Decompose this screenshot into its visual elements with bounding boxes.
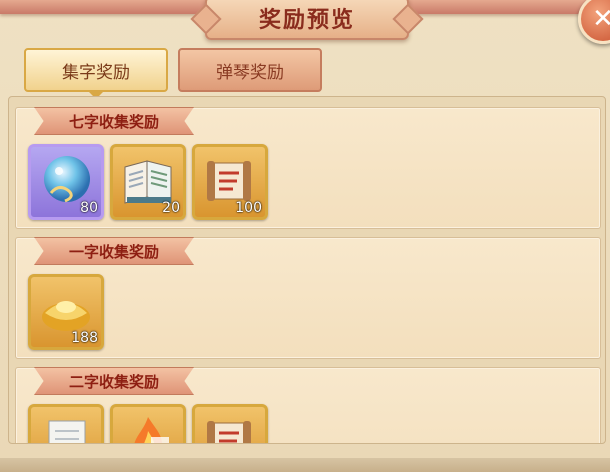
tab-zither-reward[interactable]: 弹琴奖励 [178, 48, 322, 92]
item-count: 20 [162, 200, 180, 216]
tab-label: 弹琴奖励 [216, 62, 284, 83]
section-title: 一字收集奖励 [34, 237, 194, 265]
reward-item[interactable]: 188 [28, 274, 104, 350]
reward-item[interactable] [110, 404, 186, 443]
item-count: 188 [71, 330, 98, 346]
reward-item[interactable] [192, 404, 268, 443]
tab-label: 集字奖励 [62, 62, 130, 83]
tab-character-collection[interactable]: 集字奖励 [24, 48, 168, 99]
reward-list[interactable]: 七字收集奖励 80 20 100 一字收集奖励 188 二字收集奖励 [8, 96, 606, 444]
crystal-orb-icon [44, 156, 90, 203]
section-title-text: 七字收集奖励 [68, 112, 159, 131]
scroll-icon [207, 421, 251, 443]
paper-icon [48, 420, 86, 443]
reward-item[interactable]: 100 [192, 144, 268, 220]
title-plaque: 奖励预览 [205, 0, 409, 40]
section-title-text: 一字收集奖励 [68, 242, 159, 261]
section-title: 七字收集奖励 [34, 107, 194, 135]
section-title: 二字收集奖励 [34, 367, 194, 395]
scroll-icon [207, 161, 251, 201]
close-icon: ✕ [592, 4, 610, 34]
reward-section: 七字收集奖励 80 20 100 [15, 107, 601, 229]
gold-ingot-icon [42, 301, 90, 331]
item-count: 100 [235, 200, 262, 216]
reward-item[interactable] [28, 404, 104, 443]
item-count: 80 [80, 200, 98, 216]
bottom-border [0, 458, 610, 472]
section-title-text: 二字收集奖励 [68, 372, 159, 391]
page-title: 奖励预览 [258, 8, 355, 33]
reward-item[interactable]: 20 [110, 144, 186, 220]
open-book-icon [124, 160, 172, 204]
reward-section: 一字收集奖励 188 [15, 237, 601, 359]
reward-section: 二字收集奖励 [15, 367, 601, 443]
reward-item[interactable]: 80 [28, 144, 104, 220]
flame-icon [134, 417, 169, 443]
